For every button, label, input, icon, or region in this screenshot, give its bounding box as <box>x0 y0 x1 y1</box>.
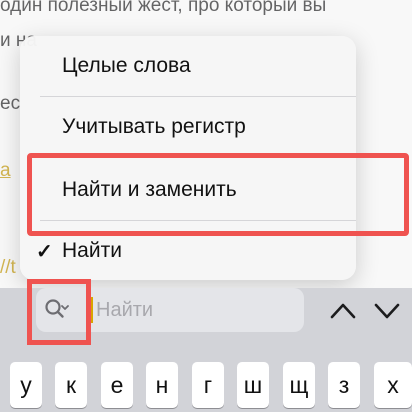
menu-item-label: Учитывать регистр <box>62 115 246 138</box>
key-shch[interactable]: щ <box>283 362 315 408</box>
key-k[interactable]: к <box>55 362 87 408</box>
search-placeholder: Найти <box>96 299 154 321</box>
menu-item-label: Найти <box>62 239 122 262</box>
key-h[interactable]: х <box>374 362 412 408</box>
key-u[interactable]: у <box>10 362 42 408</box>
chevron-up-icon[interactable] <box>328 299 358 323</box>
highlight-box-search-options <box>27 279 91 345</box>
menu-item-whole-words[interactable]: Целые слова <box>20 36 356 96</box>
key-e[interactable]: е <box>101 362 133 408</box>
key-n[interactable]: н <box>146 362 178 408</box>
checkmark-icon: ✓ <box>36 240 53 263</box>
key-sh[interactable]: ш <box>237 362 269 408</box>
keyboard: у к е н г ш щ з х <box>0 350 412 412</box>
menu-item-label: Целые слова <box>62 54 191 77</box>
menu-item-match-case[interactable]: Учитывать регистр <box>20 97 356 157</box>
key-z[interactable]: з <box>328 362 360 408</box>
highlight-box-find-and-replace <box>27 153 409 236</box>
chevron-down-icon[interactable] <box>372 299 402 323</box>
key-g[interactable]: г <box>192 362 224 408</box>
